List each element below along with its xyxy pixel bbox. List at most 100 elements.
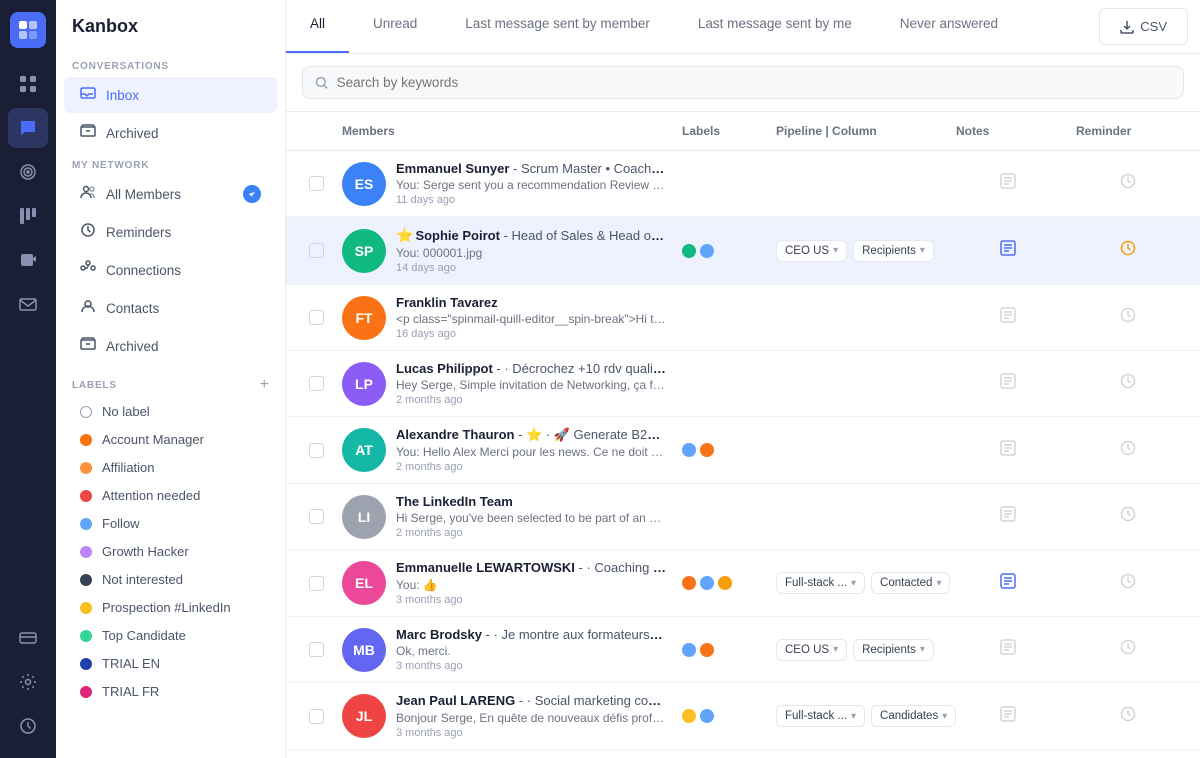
card-nav-icon[interactable] (8, 618, 48, 658)
sidebar-item-archived2[interactable]: Archived (64, 328, 277, 364)
note-icon[interactable] (999, 572, 1017, 595)
video-nav-icon[interactable] (8, 240, 48, 280)
conversations-section-label: CONVERSATIONS (56, 53, 285, 76)
reminder-icon[interactable] (1119, 705, 1137, 728)
table-row[interactable]: MBMarc Brodsky - · Je montre aux formate… (286, 617, 1200, 683)
sidebar-label-item[interactable]: TRIAL FR (64, 678, 277, 705)
sidebar-label-item[interactable]: No label (64, 398, 277, 425)
column-name: Candidates (880, 710, 938, 722)
column-button[interactable]: Candidates▾ (871, 705, 956, 727)
th-pipeline: Pipeline | Column (768, 120, 948, 142)
note-icon[interactable] (999, 372, 1017, 395)
member-cell: MBMarc Brodsky - · Je montre aux formate… (334, 627, 674, 672)
sidebar-label-item[interactable]: Growth Hacker (64, 538, 277, 565)
board-nav-icon[interactable] (8, 196, 48, 236)
tab-item[interactable]: Never answered (876, 0, 1022, 53)
row-checkbox[interactable] (309, 642, 324, 657)
sidebar-item-contacts[interactable]: Contacts (64, 290, 277, 326)
sidebar-item-all-members[interactable]: All Members (64, 176, 277, 212)
inbox-label: Inbox (106, 88, 139, 103)
row-checkbox[interactable] (309, 376, 324, 391)
label-dot (80, 490, 92, 502)
reminder-icon[interactable] (1119, 572, 1137, 595)
row-label-tag (682, 443, 696, 457)
chat-nav-icon[interactable] (8, 108, 48, 148)
row-checkbox[interactable] (309, 509, 324, 524)
reminder-icon[interactable] (1119, 172, 1137, 195)
csv-button[interactable]: CSV (1099, 8, 1188, 45)
note-icon[interactable] (999, 638, 1017, 661)
note-icon[interactable] (999, 172, 1017, 195)
table-row[interactable]: JLJean Paul LARENG - · Social marketing … (286, 683, 1200, 750)
tab-item[interactable]: Last message sent by member (441, 0, 674, 53)
search-input[interactable] (337, 75, 1171, 90)
chevron-down-icon: ▾ (851, 711, 856, 722)
pipeline-button[interactable]: Full-stack ...▾ (776, 705, 865, 727)
pipeline-button[interactable]: Full-stack ...▾ (776, 572, 865, 594)
row-checkbox[interactable] (309, 176, 324, 191)
tab-item[interactable]: All (286, 0, 349, 53)
note-icon[interactable] (999, 239, 1017, 262)
table-row[interactable]: ATAlexandre Thauron - ⭐ · 🚀 Generate B2B… (286, 417, 1200, 484)
column-button[interactable]: Recipients▾ (853, 240, 934, 262)
table-row[interactable]: LIThe LinkedIn TeamHi Serge, you've been… (286, 484, 1200, 550)
sidebar-item-inbox[interactable]: Inbox (64, 77, 277, 113)
sidebar-label-item[interactable]: Affiliation (64, 454, 277, 481)
pipeline-button[interactable]: CEO US▾ (776, 639, 847, 661)
chevron-down-icon: ▾ (833, 644, 838, 655)
reminder-icon[interactable] (1119, 306, 1137, 329)
member-name: Franklin Tavarez (396, 295, 666, 310)
reminder-icon[interactable] (1119, 439, 1137, 462)
avatar: SP (342, 229, 386, 273)
row-checkbox[interactable] (309, 709, 324, 724)
reminder-cell (1068, 439, 1188, 462)
sidebar-item-reminders[interactable]: Reminders (64, 214, 277, 250)
row-checkbox[interactable] (309, 576, 324, 591)
note-icon[interactable] (999, 505, 1017, 528)
table-row[interactable]: AVAnne Vieux - · Fondatrice @Smart Link … (286, 750, 1200, 758)
tab-item[interactable]: Last message sent by me (674, 0, 876, 53)
member-name: Emmanuel Sunyer - Scrum Master • Coach A… (396, 161, 666, 176)
sidebar-label-item[interactable]: Follow (64, 510, 277, 537)
table-row[interactable]: ESEmmanuel Sunyer - Scrum Master • Coach… (286, 151, 1200, 217)
message-time: 14 days ago (396, 262, 666, 274)
member-title: - · Décrochez +10 rdv qualifiés/sem - @l… (493, 361, 666, 376)
sidebar-label-item[interactable]: TRIAL EN (64, 650, 277, 677)
clock-nav-icon[interactable] (8, 706, 48, 746)
chevron-down-icon: ▾ (920, 245, 925, 256)
reminder-icon[interactable] (1119, 505, 1137, 528)
target-nav-icon[interactable] (8, 152, 48, 192)
reminder-icon[interactable] (1119, 638, 1137, 661)
pipeline-cell: Full-stack ...▾ Candidates ▾ (768, 705, 948, 727)
settings-nav-icon[interactable] (8, 662, 48, 702)
sidebar-label-item[interactable]: Account Manager (64, 426, 277, 453)
table-row[interactable]: ELEmmanuelle LEWARTOWSKI - · Coaching 📕 … (286, 550, 1200, 617)
sidebar-label-item[interactable]: Not interested (64, 566, 277, 593)
notes-cell (948, 306, 1068, 329)
row-checkbox[interactable] (309, 443, 324, 458)
sidebar-item-connections[interactable]: Connections (64, 252, 277, 288)
reminder-icon[interactable] (1119, 372, 1137, 395)
sidebar-item-archived[interactable]: Archived (64, 115, 277, 151)
row-checkbox[interactable] (309, 243, 324, 258)
note-icon[interactable] (999, 306, 1017, 329)
pipeline-button[interactable]: CEO US▾ (776, 240, 847, 262)
note-icon[interactable] (999, 439, 1017, 462)
column-button[interactable]: Recipients▾ (853, 639, 934, 661)
reminder-icon[interactable] (1119, 239, 1137, 262)
sidebar-label-item[interactable]: Top Candidate (64, 622, 277, 649)
sidebar-label-item[interactable]: Prospection #LinkedIn (64, 594, 277, 621)
grid-nav-icon[interactable] (8, 64, 48, 104)
table-row[interactable]: LPLucas Philippot - · Décrochez +10 rdv … (286, 351, 1200, 417)
add-label-button[interactable]: + (260, 377, 269, 393)
sidebar-label-item[interactable]: Attention needed (64, 482, 277, 509)
tab-item[interactable]: Unread (349, 0, 441, 53)
column-button[interactable]: Contacted▾ (871, 572, 950, 594)
message-time: 2 months ago (396, 394, 666, 406)
note-icon[interactable] (999, 705, 1017, 728)
row-checkbox[interactable] (309, 310, 324, 325)
table-row[interactable]: SP⭐Sophie Poirot - Head of Sales & Head … (286, 217, 1200, 285)
mail-nav-icon[interactable] (8, 284, 48, 324)
app-logo[interactable] (10, 12, 46, 48)
table-row[interactable]: FTFranklin Tavarez<p class="spinmail-qui… (286, 285, 1200, 351)
